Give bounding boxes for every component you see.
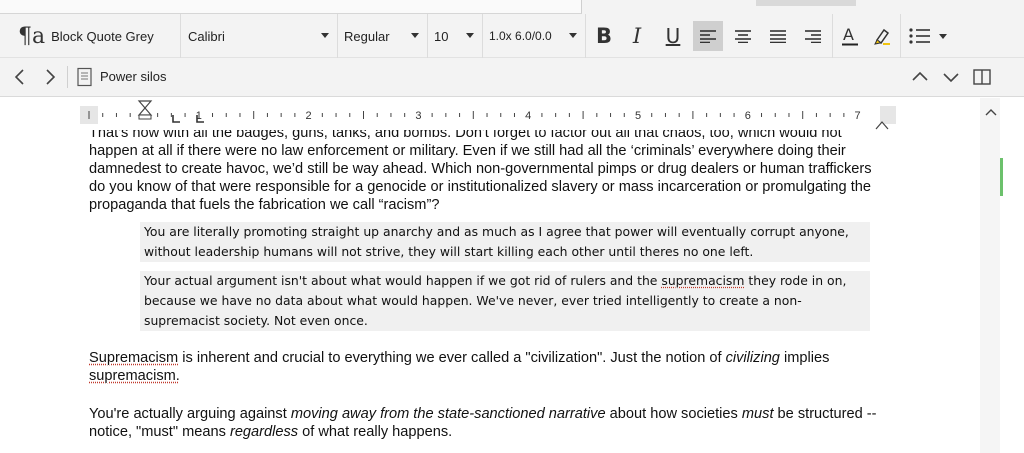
chevron-right-icon bbox=[46, 69, 56, 85]
nav-divider bbox=[67, 66, 68, 88]
emphasis-text: moving away from the state-sanctioned na… bbox=[290, 406, 606, 422]
highlight-button[interactable] bbox=[867, 21, 897, 51]
paragraph-text: implies bbox=[779, 350, 830, 366]
chevron-down-icon bbox=[943, 73, 959, 83]
font-family-dropdown[interactable]: Calibri bbox=[181, 14, 338, 58]
toolbar-divider bbox=[900, 14, 901, 58]
window-top-strip bbox=[0, 0, 1024, 14]
forward-button[interactable] bbox=[40, 67, 60, 87]
previous-match-button[interactable] bbox=[910, 67, 930, 87]
paragraph: You're actually arguing against moving a… bbox=[89, 405, 889, 441]
ruler-label: 4 bbox=[525, 110, 531, 122]
misspelled-word[interactable]: supremacism bbox=[661, 273, 744, 288]
misspelled-word[interactable]: supremacism. bbox=[89, 368, 180, 384]
split-view-button[interactable] bbox=[972, 67, 992, 87]
right-indent-marker[interactable] bbox=[875, 121, 889, 130]
font-weight-value: Regular bbox=[344, 28, 390, 44]
ruler-label: 2 bbox=[306, 110, 312, 122]
chevron-down-icon bbox=[569, 33, 577, 38]
block-quote-text: You are literally promoting straight up … bbox=[144, 224, 849, 259]
paragraph-text: That's how with all the badges, guns, ta… bbox=[89, 130, 842, 141]
paragraph: That's how with all the badges, guns, ta… bbox=[89, 130, 889, 214]
toolbar-divider bbox=[832, 14, 833, 58]
ruler-label: 5 bbox=[635, 110, 641, 122]
chevron-up-icon bbox=[985, 109, 997, 116]
paragraph: Supremacism is inherent and crucial to e… bbox=[89, 349, 889, 385]
emphasis-text: civilizing bbox=[725, 350, 780, 366]
italic-icon: I bbox=[632, 24, 642, 48]
emphasis-text: must bbox=[741, 406, 774, 422]
align-center-button[interactable] bbox=[728, 21, 758, 51]
line-spacing-value: 1.0x 6.0/0.0 bbox=[489, 29, 552, 43]
paragraph-text: You're actually arguing against bbox=[89, 406, 291, 422]
align-left-icon bbox=[700, 30, 716, 43]
align-right-button[interactable] bbox=[798, 21, 828, 51]
font-size-dropdown[interactable]: 10 bbox=[428, 14, 483, 58]
paragraph-style-value: Block Quote Grey bbox=[51, 28, 154, 44]
highlighter-icon bbox=[874, 28, 890, 45]
text-color-button[interactable]: A bbox=[835, 21, 865, 51]
ruler-scale: 1234567 bbox=[88, 100, 889, 130]
bold-icon: B bbox=[595, 24, 612, 48]
align-right-icon bbox=[805, 30, 821, 43]
document-body[interactable]: That's how with all the badges, guns, ta… bbox=[0, 130, 980, 453]
align-justify-icon bbox=[770, 30, 786, 43]
underline-button[interactable]: U bbox=[658, 21, 688, 51]
vertical-scrollbar[interactable] bbox=[980, 98, 1000, 453]
chevron-down-icon bbox=[466, 33, 474, 38]
font-weight-dropdown[interactable]: Regular bbox=[338, 14, 428, 58]
back-button[interactable] bbox=[10, 67, 30, 87]
document-nav-bar: Power silos bbox=[0, 58, 1024, 97]
underline-icon: U bbox=[665, 24, 681, 48]
ruler: 1234567 bbox=[0, 98, 996, 130]
svg-text:A: A bbox=[843, 25, 854, 44]
line-spacing-dropdown[interactable]: 1.0x 6.0/0.0 bbox=[483, 14, 586, 58]
block-quote-text: Your actual argument isn't about what wo… bbox=[144, 273, 662, 288]
tab-indicator bbox=[756, 0, 856, 6]
block-quote: You are literally promoting straight up … bbox=[140, 222, 870, 262]
block-quote: Your actual argument isn't about what wo… bbox=[140, 271, 870, 331]
align-left-button[interactable] bbox=[693, 21, 723, 51]
paragraph-text: of what really happens. bbox=[298, 424, 453, 440]
misspelled-word[interactable]: Supremacism bbox=[89, 350, 178, 366]
text-color-icon: A bbox=[842, 25, 858, 46]
document-icon bbox=[75, 67, 95, 87]
ruler-label: 7 bbox=[855, 110, 861, 122]
next-match-button[interactable] bbox=[941, 67, 961, 87]
align-justify-button[interactable] bbox=[763, 21, 793, 51]
paragraph-text: about how societies bbox=[605, 406, 742, 422]
format-toolbar: ¶a Block Quote Grey Calibri Regular 10 1… bbox=[0, 14, 1024, 58]
split-view-icon bbox=[973, 69, 991, 85]
font-size-value: 10 bbox=[434, 28, 449, 44]
tab-strip bbox=[0, 0, 582, 14]
chevron-left-icon bbox=[14, 69, 24, 85]
italic-button[interactable]: I bbox=[622, 21, 652, 51]
change-marker bbox=[1000, 158, 1003, 196]
bold-button[interactable]: B bbox=[589, 21, 619, 51]
tab-stop-marker[interactable] bbox=[172, 115, 180, 123]
paragraph-text: happen at all if there were no law enfor… bbox=[89, 143, 872, 213]
indent-marker[interactable] bbox=[137, 100, 153, 120]
paragraph-text: is inherent and crucial to everything we… bbox=[178, 350, 726, 366]
scroll-up-button[interactable] bbox=[985, 104, 997, 122]
font-family-value: Calibri bbox=[188, 28, 225, 44]
bulleted-list-icon bbox=[909, 28, 947, 44]
document-title: Power silos bbox=[100, 69, 167, 84]
chevron-up-icon bbox=[912, 71, 928, 81]
list-style-dropdown[interactable] bbox=[906, 21, 950, 51]
ruler-label: 6 bbox=[745, 110, 751, 122]
paragraph-style-dropdown[interactable]: ¶a Block Quote Grey bbox=[0, 14, 181, 58]
chevron-down-icon bbox=[321, 33, 329, 38]
align-center-icon bbox=[735, 30, 751, 43]
emphasis-text: regardless bbox=[229, 424, 299, 440]
ruler-label: 3 bbox=[415, 110, 421, 122]
chevron-down-icon bbox=[411, 33, 419, 38]
paragraph-style-icon: ¶a bbox=[18, 23, 46, 49]
window-edge bbox=[1000, 98, 1024, 453]
